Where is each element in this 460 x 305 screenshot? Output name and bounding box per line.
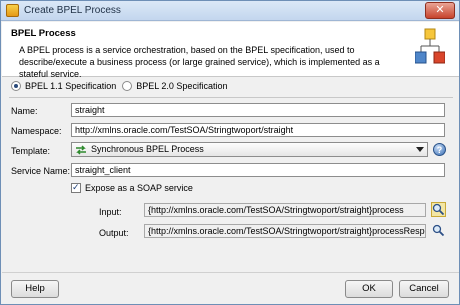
section-divider [9,97,453,98]
output-label: Output: [99,228,129,238]
header-description: A BPEL process is a service orchestratio… [19,45,380,79]
help-icon[interactable]: ? [433,143,446,156]
cancel-button[interactable]: Cancel [399,280,449,298]
create-bpel-process-dialog: Create BPEL Process ✕ BPEL Process A BPE… [0,0,460,305]
header-title: BPEL Process [11,28,76,39]
output-message-field[interactable]: {http://xmlns.oracle.com/TestSOA/Stringt… [144,224,426,238]
expose-soap-checkbox[interactable] [71,182,81,193]
help-button[interactable]: Help [11,280,59,298]
service-name-label: Service Name: [11,166,71,176]
input-browse-search-icon[interactable] [431,202,446,217]
bpel-20-label[interactable]: BPEL 2.0 Specification [136,81,227,91]
template-selected-value: Synchronous BPEL Process [91,144,204,154]
namespace-input[interactable]: http://xmlns.oracle.com/TestSOA/Stringtw… [71,123,445,137]
namespace-label: Namespace: [11,126,62,136]
title-bar[interactable]: Create BPEL Process ✕ [1,1,459,21]
template-label: Template: [11,146,51,156]
app-icon [6,4,19,17]
expose-soap-label[interactable]: Expose as a SOAP service [85,183,193,193]
bpel-11-radio[interactable] [11,81,21,91]
ok-button[interactable]: OK [345,280,393,298]
input-label: Input: [99,207,122,217]
bpel-11-label[interactable]: BPEL 1.1 Specification [25,81,116,91]
name-input[interactable]: straight [71,103,445,117]
name-label: Name: [11,106,38,116]
input-message-field[interactable]: {http://xmlns.oracle.com/TestSOA/Stringt… [144,203,426,217]
chevron-down-icon[interactable] [416,147,424,152]
bpel-20-radio[interactable] [122,81,133,91]
service-name-input[interactable]: straight_client [71,163,445,177]
template-select[interactable]: Synchronous BPEL Process [71,142,428,157]
dialog-header: BPEL Process A BPEL process is a service… [2,22,459,79]
output-browse-search-icon[interactable] [431,223,446,238]
window-title: Create BPEL Process [24,5,121,16]
bpel-process-icon [415,28,445,64]
close-button[interactable]: ✕ [425,2,455,19]
footer-divider [2,272,459,273]
sync-process-icon [76,145,86,155]
bpel-spec-radio-group: BPEL 1.1 Specification BPEL 2.0 Specific… [11,81,233,91]
expose-soap-row: Expose as a SOAP service [71,182,193,193]
